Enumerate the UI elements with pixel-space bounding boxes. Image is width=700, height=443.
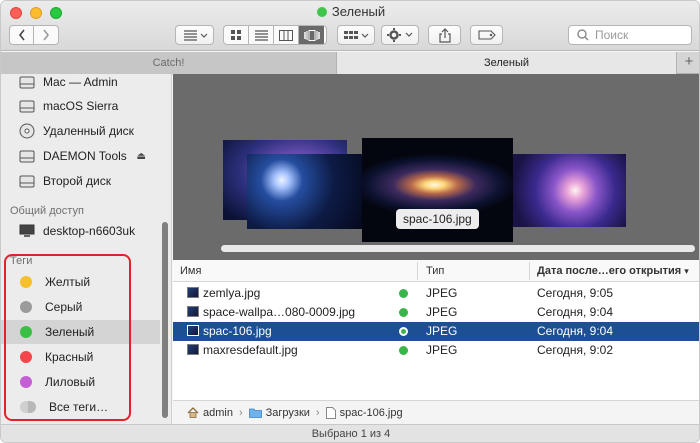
column-header-name[interactable]: Имя — [180, 265, 201, 277]
image-file-icon — [325, 406, 336, 419]
green-tag-dot-icon — [399, 308, 408, 317]
hard-disk-icon — [18, 74, 36, 90]
file-row[interactable]: maxresdefault.jpg JPEG Сегодня, 9:02 — [173, 341, 699, 360]
tab-green[interactable]: Зеленый — [337, 52, 677, 74]
folder-icon — [248, 407, 262, 418]
hard-disk-icon — [18, 98, 36, 114]
file-row[interactable]: zemlya.jpg JPEG Сегодня, 9:05 — [173, 284, 699, 303]
share-icon — [438, 27, 451, 43]
path-item-file[interactable]: spac-106.jpg — [340, 407, 403, 419]
cover-flow[interactable]: spac-106.jpg — [173, 74, 699, 260]
back-button[interactable] — [10, 26, 35, 44]
cover-flow-icon — [303, 29, 320, 41]
hard-disk-icon — [18, 148, 36, 164]
chevron-down-icon: ▾ — [684, 266, 689, 276]
sidebar: Mac — Admin macOS Sierra Удаленный диск … — [1, 74, 172, 424]
path-item-downloads[interactable]: Загрузки — [266, 407, 310, 419]
search-icon — [577, 29, 589, 41]
green-tag-dot-icon — [399, 289, 408, 298]
green-tag-dot-icon — [399, 346, 408, 355]
tab-bar: Catch! Зеленый + — [1, 52, 699, 74]
finder-window: Зеленый Поиск Catch! Зеленый + Mac — Adm… — [0, 0, 700, 443]
chevron-right-icon — [43, 29, 50, 41]
green-tag-dot-icon — [399, 327, 408, 336]
optical-disc-icon — [18, 123, 36, 139]
file-list-header: Имя Тип Дата после…его открытия ▾ — [173, 260, 699, 282]
forward-button[interactable] — [34, 26, 58, 44]
sidebar-item-second-disk[interactable]: Второй диск — [1, 169, 160, 193]
image-file-icon — [187, 306, 199, 317]
column-header-type[interactable]: Тип — [426, 265, 444, 277]
image-file-icon — [187, 325, 199, 336]
action-button[interactable] — [381, 25, 419, 45]
icon-view-button[interactable] — [224, 26, 249, 44]
chevron-left-icon — [18, 29, 25, 41]
monitor-icon — [18, 223, 36, 239]
grid-icon — [231, 30, 241, 40]
sidebar-item-remote-disc[interactable]: Удаленный диск — [1, 119, 160, 143]
cover-flow-view-button[interactable] — [299, 26, 324, 44]
column-header-date[interactable]: Дата после…его открытия ▾ — [537, 265, 689, 277]
window-title: Зеленый — [1, 4, 699, 19]
image-file-icon — [187, 344, 199, 355]
eject-icon[interactable]: ⏏ — [137, 151, 146, 162]
search-field[interactable]: Поиск — [568, 25, 692, 45]
path-item-admin[interactable]: admin — [203, 407, 233, 419]
cover-flow-scrollbar[interactable] — [221, 245, 695, 252]
tags-highlight-box — [4, 254, 131, 421]
group-icon — [344, 31, 369, 39]
column-view-button[interactable] — [274, 26, 299, 44]
gear-icon — [387, 28, 413, 42]
cover-flow-caption: spac-106.jpg — [396, 209, 479, 229]
sidebar-item-daemon-tools[interactable]: DAEMON Tools ⏏ — [1, 144, 160, 168]
arrange-button[interactable] — [175, 25, 214, 45]
tab-catch[interactable]: Catch! — [1, 52, 337, 74]
status-bar: Выбрано 1 из 4 — [1, 424, 699, 442]
back-forward-control — [9, 25, 59, 45]
list-icon — [254, 29, 268, 41]
toolbar: Зеленый Поиск — [1, 1, 699, 51]
view-mode-control — [223, 25, 327, 45]
file-list: Имя Тип Дата после…его открытия ▾ zemlya… — [173, 260, 699, 400]
cover-image-maxresdefault[interactable] — [513, 154, 626, 227]
sidebar-scrollbar[interactable] — [162, 222, 168, 418]
file-row[interactable]: space-wallpa…080-0009.jpg JPEG Сегодня, … — [173, 303, 699, 322]
list-view-button[interactable] — [249, 26, 274, 44]
main-pane: spac-106.jpg Имя Тип Дата после…его откр… — [173, 74, 699, 424]
tag-icon — [477, 30, 496, 40]
arrange-icon — [183, 30, 207, 41]
cover-image-space-wallpaper[interactable] — [247, 154, 363, 229]
sidebar-item-mac-admin[interactable]: Mac — Admin — [1, 74, 160, 94]
edit-tags-button[interactable] — [470, 25, 503, 45]
new-tab-button[interactable]: + — [677, 52, 699, 74]
shared-section-header: Общий доступ — [10, 205, 84, 217]
hard-disk-icon — [18, 173, 36, 189]
columns-icon — [279, 29, 293, 41]
file-row-selected[interactable]: spac-106.jpg JPEG Сегодня, 9:04 — [173, 322, 699, 341]
sidebar-item-desktop[interactable]: desktop-n6603uk — [1, 219, 160, 243]
group-button[interactable] — [337, 25, 375, 45]
path-bar: admin › Загрузки › spac-106.jpg — [173, 400, 699, 424]
tag-dot-icon — [316, 7, 327, 17]
search-placeholder: Поиск — [595, 28, 629, 42]
image-file-icon — [187, 287, 199, 298]
home-icon — [187, 407, 199, 418]
share-button[interactable] — [428, 25, 461, 45]
sidebar-item-macos-sierra[interactable]: macOS Sierra — [1, 94, 160, 118]
